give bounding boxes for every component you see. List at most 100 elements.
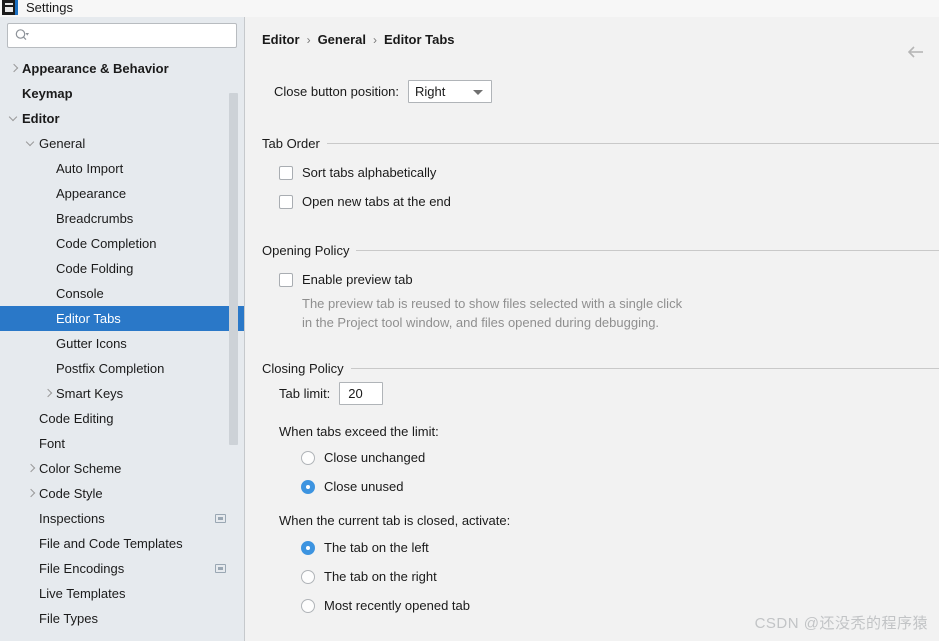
chevron-right-icon[interactable] xyxy=(23,461,39,477)
sidebar-item-breadcrumbs[interactable]: Breadcrumbs xyxy=(0,206,244,231)
sidebar-item-label: Code Editing xyxy=(39,411,114,426)
sidebar-item-live-templates[interactable]: Live Templates xyxy=(0,581,244,606)
breadcrumb: Editor › General › Editor Tabs xyxy=(262,32,455,47)
chevron-right-icon[interactable] xyxy=(23,486,39,502)
sidebar-item-console[interactable]: Console xyxy=(0,281,244,306)
sidebar-item-auto-import[interactable]: Auto Import xyxy=(0,156,244,181)
sidebar-item-label: Editor xyxy=(22,111,60,126)
tab-on-the-left-row[interactable]: The tab on the left xyxy=(301,540,429,555)
breadcrumb-item-editor[interactable]: Editor xyxy=(262,32,300,47)
open-new-tabs-at-end-label: Open new tabs at the end xyxy=(302,194,451,209)
sidebar-item-font[interactable]: Font xyxy=(0,431,244,456)
tab-limit-row: Tab limit: xyxy=(279,382,384,405)
sidebar-item-label: Smart Keys xyxy=(56,386,124,401)
tab-on-the-right-label: The tab on the right xyxy=(324,569,437,584)
sidebar-item-file-types[interactable]: File Types xyxy=(0,606,244,631)
sidebar-item-appearance-behavior[interactable]: Appearance & Behavior xyxy=(0,56,244,81)
close-unused-row[interactable]: Close unused xyxy=(301,479,404,494)
search-input[interactable] xyxy=(30,25,230,46)
sidebar-item-label: File and Code Templates xyxy=(39,536,183,551)
tab-order-title: Tab Order xyxy=(262,136,320,151)
sidebar-item-file-encodings[interactable]: File Encodings xyxy=(0,556,244,581)
close-unused-label: Close unused xyxy=(324,479,404,494)
sidebar-item-editor[interactable]: Editor xyxy=(0,106,244,131)
chevron-right-icon[interactable] xyxy=(40,386,56,402)
sidebar-item-color-scheme[interactable]: Color Scheme xyxy=(0,456,244,481)
preview-tab-hint-line-1: The preview tab is reused to show files … xyxy=(302,296,683,311)
back-arrow-icon[interactable] xyxy=(906,44,926,60)
tab-limit-label: Tab limit: xyxy=(279,386,331,401)
sidebar-item-label: Auto Import xyxy=(56,161,124,176)
chevron-down-icon[interactable] xyxy=(6,111,22,127)
most-recently-opened-tab-label: Most recently opened tab xyxy=(324,598,470,613)
sidebar-item-keymap[interactable]: Keymap xyxy=(0,81,244,106)
when-tabs-exceed-limit-label: When tabs exceed the limit: xyxy=(279,424,439,439)
tab-on-the-left-radio[interactable] xyxy=(301,541,315,555)
most-recently-opened-tab-radio[interactable] xyxy=(301,599,315,613)
sidebar-item-label: Live Templates xyxy=(39,586,126,601)
sidebar-item-smart-keys[interactable]: Smart Keys xyxy=(0,381,244,406)
breadcrumb-item-general[interactable]: General xyxy=(318,32,366,47)
sidebar-item-postfix-completion[interactable]: Postfix Completion xyxy=(0,356,244,381)
sort-tabs-alphabetically-row[interactable]: Sort tabs alphabetically xyxy=(279,165,436,180)
watermark: CSDN @还没秃的程序猿 xyxy=(754,615,928,632)
closing-policy-group-header: Closing Policy xyxy=(262,361,939,376)
chevron-right-icon[interactable] xyxy=(6,61,22,77)
sidebar-item-editor-tabs[interactable]: Editor Tabs xyxy=(0,306,244,331)
tab-on-the-right-radio[interactable] xyxy=(301,570,315,584)
sidebar-item-code-folding[interactable]: Code Folding xyxy=(0,256,244,281)
open-new-tabs-at-end-checkbox[interactable] xyxy=(279,195,293,209)
breadcrumb-separator: › xyxy=(306,32,311,47)
when-current-tab-closed-label: When the current tab is closed, activate… xyxy=(279,513,511,528)
tab-limit-field[interactable] xyxy=(339,382,384,405)
close-button-position-label: Close button position: xyxy=(274,84,400,99)
search-box[interactable] xyxy=(7,23,237,48)
close-unused-radio[interactable] xyxy=(301,480,315,494)
enable-preview-tab-label: Enable preview tab xyxy=(302,272,413,287)
sidebar-item-label: Inspections xyxy=(39,511,105,526)
sidebar-item-inspections[interactable]: Inspections xyxy=(0,506,244,531)
sidebar-item-code-style[interactable]: Code Style xyxy=(0,481,244,506)
tab-limit-input[interactable] xyxy=(346,385,377,402)
sort-tabs-alphabetically-label: Sort tabs alphabetically xyxy=(302,165,437,180)
sidebar-item-code-editing[interactable]: Code Editing xyxy=(0,406,244,431)
settings-tree: Appearance & Behavior Keymap Editor General… xyxy=(0,56,244,631)
open-new-tabs-at-end-row[interactable]: Open new tabs at the end xyxy=(279,194,451,209)
sidebar-item-appearance[interactable]: Appearance xyxy=(0,181,244,206)
sidebar-item-code-completion[interactable]: Code Completion xyxy=(0,231,244,256)
divider xyxy=(350,368,939,369)
sidebar-item-label: Appearance xyxy=(56,186,127,201)
search-container xyxy=(0,17,244,48)
sidebar-item-general[interactable]: General xyxy=(0,131,244,156)
sidebar-scrollbar-track[interactable] xyxy=(229,55,241,611)
sidebar-item-label: Keymap xyxy=(22,86,73,101)
sidebar-item-label: File Types xyxy=(39,611,99,626)
close-unchanged-row[interactable]: Close unchanged xyxy=(301,450,425,465)
sidebar-item-label: General xyxy=(39,136,86,151)
search-icon xyxy=(14,28,30,44)
sort-tabs-alphabetically-checkbox[interactable] xyxy=(279,166,293,180)
enable-preview-tab-row[interactable]: Enable preview tab xyxy=(279,272,413,287)
divider xyxy=(326,143,939,144)
sidebar-item-file-and-code-templates[interactable]: File and Code Templates xyxy=(0,531,244,556)
sidebar-scrollbar-thumb[interactable] xyxy=(229,93,238,445)
chevron-down-icon[interactable] xyxy=(23,136,39,152)
sidebar-item-gutter-icons[interactable]: Gutter Icons xyxy=(0,331,244,356)
close-unchanged-radio[interactable] xyxy=(301,451,315,465)
most-recently-opened-tab-row[interactable]: Most recently opened tab xyxy=(301,598,470,613)
enable-preview-tab-checkbox[interactable] xyxy=(279,273,293,287)
close-button-position-dropdown[interactable]: Right xyxy=(408,80,493,103)
opening-policy-group-header: Opening Policy xyxy=(262,243,939,258)
divider xyxy=(356,250,939,251)
tab-on-the-right-row[interactable]: The tab on the right xyxy=(301,569,437,584)
sidebar-item-label: Color Scheme xyxy=(39,461,122,476)
